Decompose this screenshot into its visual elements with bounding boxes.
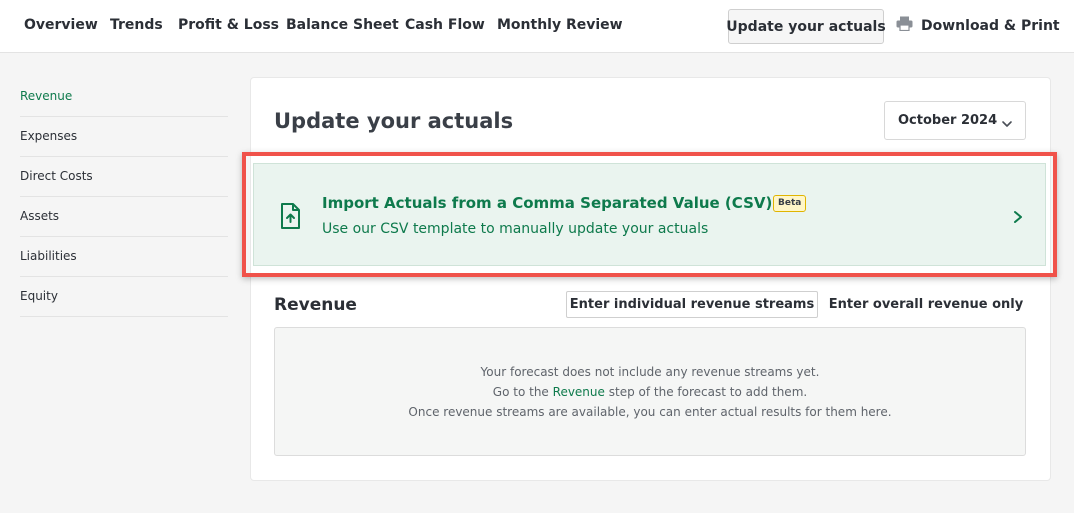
file-upload-icon xyxy=(280,203,300,233)
chevron-right-icon[interactable] xyxy=(1012,209,1024,228)
printer-icon xyxy=(896,16,913,35)
sidebar-item-liabilities[interactable]: Liabilities xyxy=(20,237,228,277)
import-title: Import Actuals from a Comma Separated Va… xyxy=(322,194,804,212)
individual-streams-toggle[interactable]: Enter individual revenue streams xyxy=(566,291,818,318)
sidebar: Revenue Expenses Direct Costs Assets Lia… xyxy=(20,77,228,317)
chevron-down-icon xyxy=(1001,115,1013,134)
revenue-step-link[interactable]: Revenue xyxy=(553,385,605,399)
month-select[interactable]: October 2024 xyxy=(884,101,1026,140)
sidebar-item-direct-costs[interactable]: Direct Costs xyxy=(20,157,228,197)
sidebar-item-equity[interactable]: Equity xyxy=(20,277,228,317)
tab-cash-flow[interactable]: Cash Flow xyxy=(405,17,485,33)
revenue-section-title: Revenue xyxy=(274,295,357,315)
tab-profit-loss[interactable]: Profit & Loss xyxy=(178,17,279,33)
sidebar-item-assets[interactable]: Assets xyxy=(20,197,228,237)
top-nav: Overview Trends Profit & Loss Balance Sh… xyxy=(0,0,1074,53)
download-print-button[interactable]: Download & Print xyxy=(896,16,1060,35)
tab-balance-sheet[interactable]: Balance Sheet xyxy=(286,17,399,33)
update-actuals-button[interactable]: Update your actuals xyxy=(726,9,886,44)
tab-overview[interactable]: Overview xyxy=(24,17,98,33)
empty-state-line-2: Go to the Revenue step of the forecast t… xyxy=(274,385,1026,399)
import-subtitle: Use our CSV template to manually update … xyxy=(322,221,709,237)
month-select-value: October 2024 xyxy=(898,113,998,128)
tab-monthly-review[interactable]: Monthly Review xyxy=(497,17,623,33)
empty-state-line-3: Once revenue streams are available, you … xyxy=(408,405,892,419)
import-csv-banner[interactable] xyxy=(253,163,1046,266)
sidebar-item-expenses[interactable]: Expenses xyxy=(20,117,228,157)
empty-state-line-2-prefix: Go to the xyxy=(492,385,549,399)
page-title: Update your actuals xyxy=(274,109,514,133)
download-print-label: Download & Print xyxy=(921,17,1060,34)
beta-badge: Beta xyxy=(773,195,807,212)
sidebar-item-revenue[interactable]: Revenue xyxy=(20,77,228,117)
overall-revenue-toggle[interactable]: Enter overall revenue only xyxy=(826,291,1026,318)
tab-trends[interactable]: Trends xyxy=(110,17,163,33)
empty-state-line-2-suffix: step of the forecast to add them. xyxy=(608,385,808,399)
empty-state-line-1: Your forecast does not include any reven… xyxy=(480,365,820,379)
